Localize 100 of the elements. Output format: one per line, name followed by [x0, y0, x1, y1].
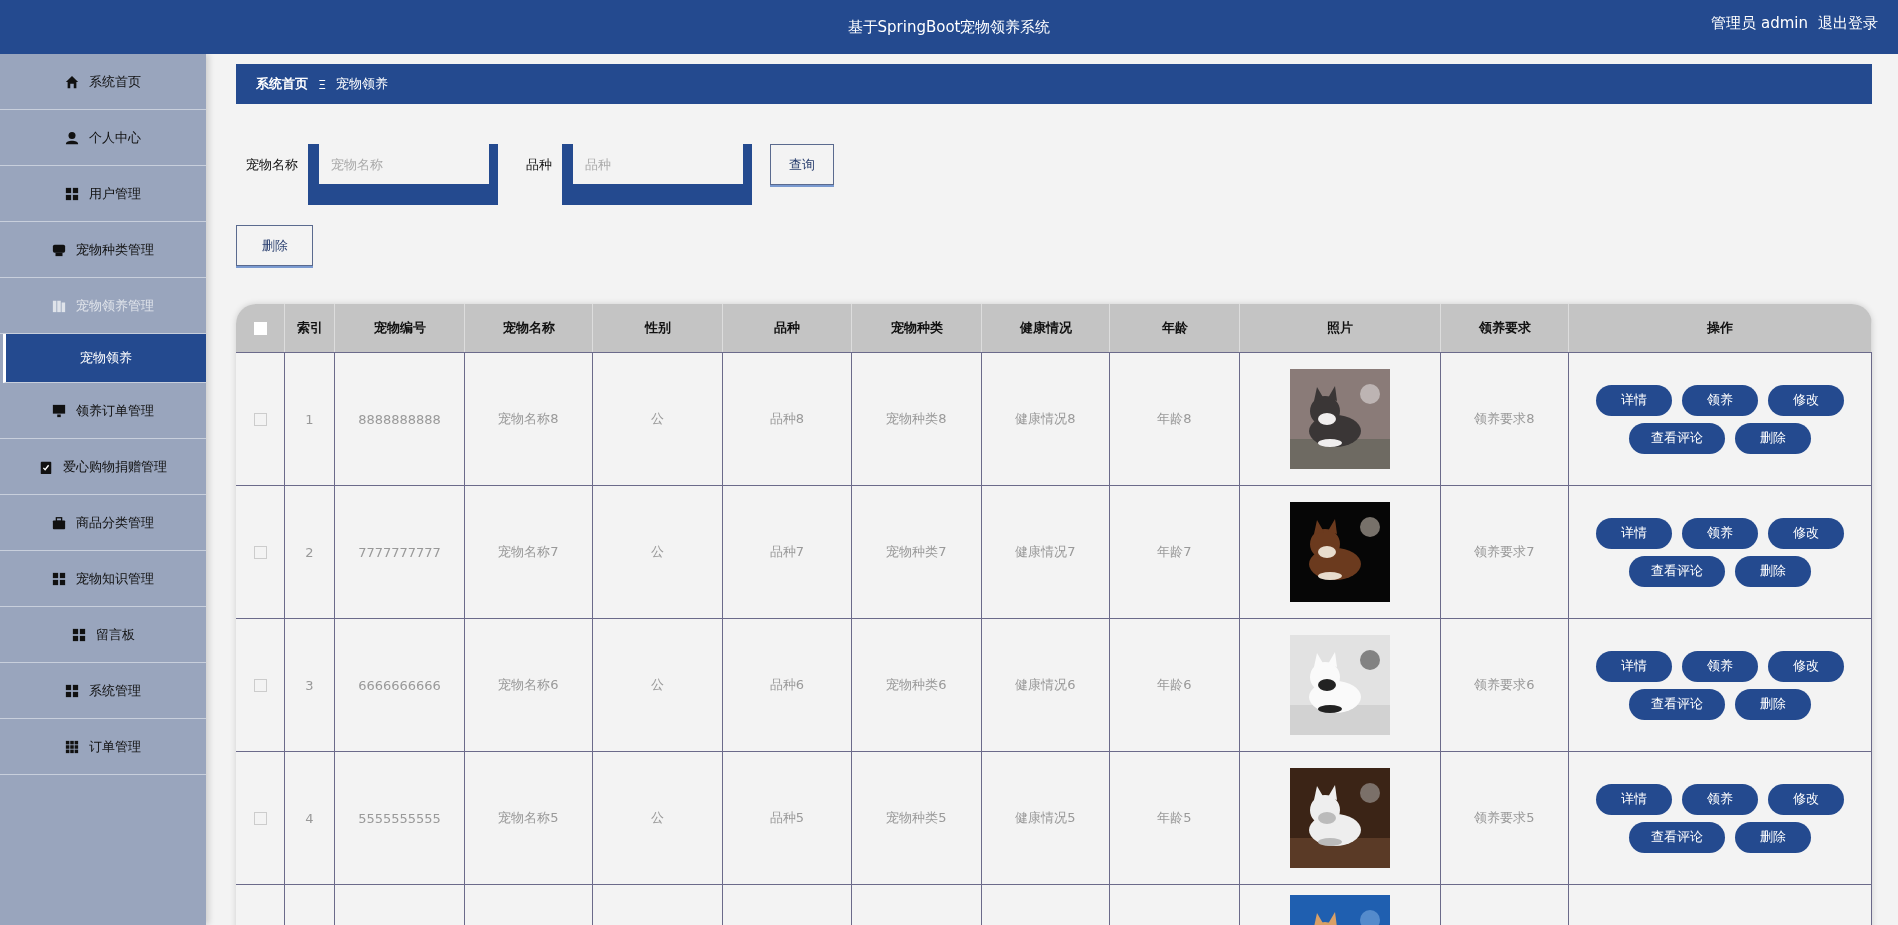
column-header: 年龄 — [1110, 304, 1240, 352]
table-cell: 年龄7 — [1110, 486, 1240, 618]
table-cell: 宠物种类7 — [852, 486, 982, 618]
action-button[interactable]: 删除 — [1735, 422, 1811, 454]
table-cell: 品种8 — [723, 353, 852, 485]
sidebar-item[interactable]: 订单管理 — [0, 719, 206, 775]
table-cell: 公 — [593, 486, 723, 618]
action-button[interactable]: 领养 — [1682, 783, 1758, 815]
action-button[interactable]: 查看评论 — [1629, 422, 1725, 454]
table-cell: 6666666666 — [335, 619, 465, 751]
table-cell: 3 — [285, 619, 335, 751]
sidebar-item[interactable]: 系统管理 — [0, 663, 206, 719]
action-button[interactable]: 详情 — [1596, 783, 1672, 815]
action-button[interactable]: 修改 — [1768, 384, 1844, 416]
briefcase-icon — [52, 515, 66, 530]
table-cell: 宠物名称5 — [465, 752, 593, 884]
row-checkbox[interactable] — [253, 545, 267, 559]
table-cell: 健康情况8 — [982, 353, 1110, 485]
table-cell: 健康情况5 — [982, 752, 1110, 884]
logout-link[interactable]: 退出登录 — [1818, 14, 1878, 33]
action-button[interactable]: 详情 — [1596, 517, 1672, 549]
field-label: 宠物名称 — [245, 156, 298, 174]
printer-icon — [52, 242, 66, 257]
sidebar-item[interactable]: 系统首页 — [0, 54, 206, 110]
sidebar-item[interactable]: 留言板 — [0, 607, 206, 663]
action-button[interactable]: 详情 — [1596, 384, 1672, 416]
home-icon — [65, 74, 79, 89]
table-cell: 2 — [285, 486, 335, 618]
table-cell: 宠物种类8 — [852, 353, 982, 485]
table-cell: 7777777777 — [335, 486, 465, 618]
sidebar-subitem[interactable]: 宠物领养 — [3, 334, 206, 383]
user-icon — [65, 130, 79, 145]
search-field[interactable]: 宠物名称 — [308, 144, 498, 205]
column-header: 宠物种类 — [852, 304, 982, 352]
column-header: 索引 — [285, 304, 335, 352]
table-cell: 4 — [285, 752, 335, 884]
monitor-icon — [52, 403, 66, 418]
sidebar-item[interactable]: 用户管理 — [0, 166, 206, 222]
breadcrumb-home[interactable]: 系统首页 — [256, 75, 308, 93]
table-cell: 领养要求7 — [1441, 486, 1569, 618]
action-button[interactable]: 删除 — [1735, 688, 1811, 720]
search-field[interactable]: 品种 — [562, 144, 752, 205]
breadcrumb-separator: Ξ — [318, 76, 327, 92]
grid-icon — [71, 627, 86, 642]
column-header: 健康情况 — [982, 304, 1110, 352]
search-button[interactable]: 查询 — [770, 144, 834, 185]
table-cell: 宠物名称8 — [465, 353, 593, 485]
column-header: 领养要求 — [1441, 304, 1569, 352]
grid-icon — [65, 683, 79, 698]
table-cell: 公 — [593, 752, 723, 884]
table-cell: 5555555555 — [335, 752, 465, 884]
user-label: 管理员 admin — [1711, 14, 1808, 33]
grid-icon — [65, 739, 79, 754]
row-checkbox[interactable] — [253, 412, 267, 426]
table-cell: 宠物名称7 — [465, 486, 593, 618]
sidebar-item[interactable]: 个人中心 — [0, 110, 206, 166]
action-button[interactable]: 领养 — [1682, 384, 1758, 416]
table-cell: 领养要求6 — [1441, 619, 1569, 751]
sidebar-item[interactable]: 商品分类管理 — [0, 495, 206, 551]
book-icon — [52, 298, 66, 313]
action-button[interactable]: 查看评论 — [1629, 688, 1725, 720]
table-cell: 领养要求8 — [1441, 353, 1569, 485]
action-button[interactable]: 查看评论 — [1629, 555, 1725, 587]
table-cell: 领养要求5 — [1441, 752, 1569, 884]
table-cell: 宠物种类6 — [852, 619, 982, 751]
action-button[interactable]: 领养 — [1682, 517, 1758, 549]
grid-icon — [52, 571, 66, 586]
action-button[interactable]: 删除 — [1735, 821, 1811, 853]
table-cell: 8888888888 — [335, 353, 465, 485]
select-all-checkbox[interactable] — [253, 321, 267, 335]
table-cell: 年龄5 — [1110, 752, 1240, 884]
sidebar-item[interactable]: 爱心购物捐赠管理 — [0, 439, 206, 495]
table-cell: 1 — [285, 353, 335, 485]
action-button[interactable]: 修改 — [1768, 517, 1844, 549]
sidebar-item[interactable]: 宠物种类管理 — [0, 222, 206, 278]
column-header: 操作 — [1569, 304, 1872, 352]
row-checkbox[interactable] — [253, 811, 267, 825]
table-cell: 品种7 — [723, 486, 852, 618]
table-cell: 宠物种类5 — [852, 752, 982, 884]
table-cell: 公 — [593, 353, 723, 485]
action-button[interactable]: 修改 — [1768, 650, 1844, 682]
action-button[interactable]: 查看评论 — [1629, 821, 1725, 853]
action-button[interactable]: 删除 — [1735, 555, 1811, 587]
action-button[interactable]: 修改 — [1768, 783, 1844, 815]
action-button[interactable]: 领养 — [1682, 650, 1758, 682]
field-label: 品种 — [525, 156, 552, 174]
column-header: 宠物编号 — [335, 304, 465, 352]
column-header: 宠物名称 — [465, 304, 593, 352]
table-cell: 品种6 — [723, 619, 852, 751]
sidebar-item[interactable]: 领养订单管理 — [0, 383, 206, 439]
breadcrumb-current: 宠物领养 — [336, 75, 389, 93]
column-header: 品种 — [723, 304, 852, 352]
row-checkbox[interactable] — [253, 678, 267, 692]
action-button[interactable]: 详情 — [1596, 650, 1672, 682]
table-cell: 年龄8 — [1110, 353, 1240, 485]
grid-icon — [65, 186, 79, 201]
column-header: 性别 — [593, 304, 723, 352]
delete-button[interactable]: 删除 — [236, 225, 313, 266]
sidebar-item[interactable]: 宠物知识管理 — [0, 551, 206, 607]
table-cell: 健康情况7 — [982, 486, 1110, 618]
